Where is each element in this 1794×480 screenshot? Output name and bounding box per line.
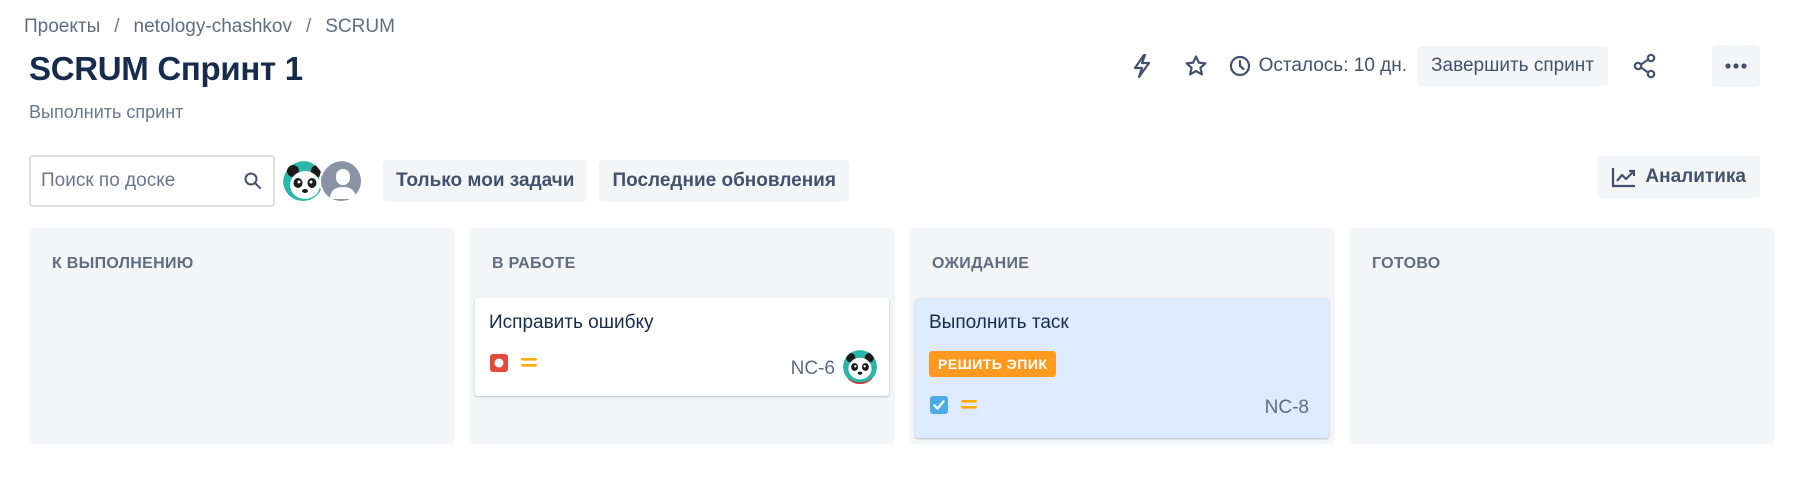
breadcrumb-project[interactable]: netology-chashkov [134, 16, 292, 38]
search-input[interactable] [41, 170, 231, 192]
issue-meta [929, 395, 979, 415]
issue-summary: Выполнить таск [929, 312, 1069, 333]
lightning-icon [1133, 53, 1150, 79]
issue-key[interactable]: NC-6 [791, 358, 835, 380]
issue-card[interactable]: Выполнить таск РЕШИТЬ ЭПИК NC-8 [915, 298, 1329, 438]
breadcrumb-separator: / [114, 16, 120, 37]
search-icon [244, 172, 261, 189]
complete-sprint-button[interactable]: Завершить спринт [1417, 46, 1608, 86]
automation-button[interactable] [1122, 46, 1162, 86]
page-title: SCRUM Спринт 1 [29, 50, 303, 87]
board-toolbar: Только мои задачи Последние обновления А… [29, 154, 1760, 208]
breadcrumb: Проекты / netology-chashkov / SCRUM [24, 16, 395, 38]
time-remaining: Осталось: 10 дн. [1229, 55, 1407, 77]
board-column-in-progress: В РАБОТЕ Исправить ошибку NC-6 [469, 228, 895, 444]
column-header: ГОТОВО [1372, 255, 1441, 272]
assignee-filter [281, 159, 363, 203]
analytics-label: Аналитика [1645, 166, 1746, 187]
analytics-button[interactable]: Аналитика [1597, 156, 1760, 198]
header-actions: Осталось: 10 дн. Завершить спринт [1115, 42, 1794, 90]
search-box[interactable] [29, 155, 275, 207]
issue-key[interactable]: NC-8 [1265, 397, 1309, 419]
board-column-waiting: ОЖИДАНИЕ Выполнить таск РЕШИТЬ ЭПИК NC-8 [909, 228, 1335, 444]
assignee-avatar[interactable] [843, 350, 877, 384]
sprint-goal: Выполнить спринт [29, 102, 184, 122]
chart-trend-icon [1612, 168, 1636, 188]
recently-updated-filter[interactable]: Последние обновления [599, 160, 849, 202]
column-header: К ВЫПОЛНЕНИЮ [52, 255, 194, 272]
more-actions-button[interactable] [1712, 45, 1760, 87]
star-button[interactable] [1176, 46, 1216, 86]
board-column-done: ГОТОВО [1349, 228, 1775, 444]
breadcrumb-projects[interactable]: Проекты [24, 16, 100, 38]
clock-icon [1229, 55, 1250, 77]
share-button[interactable] [1625, 46, 1665, 86]
priority-medium-icon [521, 358, 537, 367]
time-remaining-text: Осталось: 10 дн. [1258, 55, 1408, 76]
breadcrumb-board[interactable]: SCRUM [325, 16, 395, 38]
avatar[interactable] [319, 159, 363, 203]
board: К ВЫПОЛНЕНИЮ В РАБОТЕ Исправить ошибку N… [29, 228, 1775, 444]
board-column-todo: К ВЫПОЛНЕНИЮ [29, 228, 455, 444]
issue-card[interactable]: Исправить ошибку NC-6 [475, 298, 889, 396]
task-icon [930, 396, 948, 414]
user-avatar-icon [321, 161, 361, 201]
only-my-issues-filter[interactable]: Только мои задачи [383, 160, 588, 202]
column-header: ОЖИДАНИЕ [932, 255, 1030, 272]
bug-icon [490, 354, 508, 372]
breadcrumb-separator: / [305, 16, 312, 37]
column-header: В РАБОТЕ [492, 255, 576, 272]
more-icon [1725, 63, 1747, 69]
priority-medium-icon [961, 400, 977, 409]
issue-summary: Исправить ошибку [489, 312, 654, 333]
issue-meta [489, 353, 539, 373]
star-icon [1185, 55, 1207, 76]
panda-avatar-icon [843, 350, 877, 384]
share-icon [1633, 53, 1656, 79]
epic-badge[interactable]: РЕШИТЬ ЭПИК [929, 351, 1057, 377]
